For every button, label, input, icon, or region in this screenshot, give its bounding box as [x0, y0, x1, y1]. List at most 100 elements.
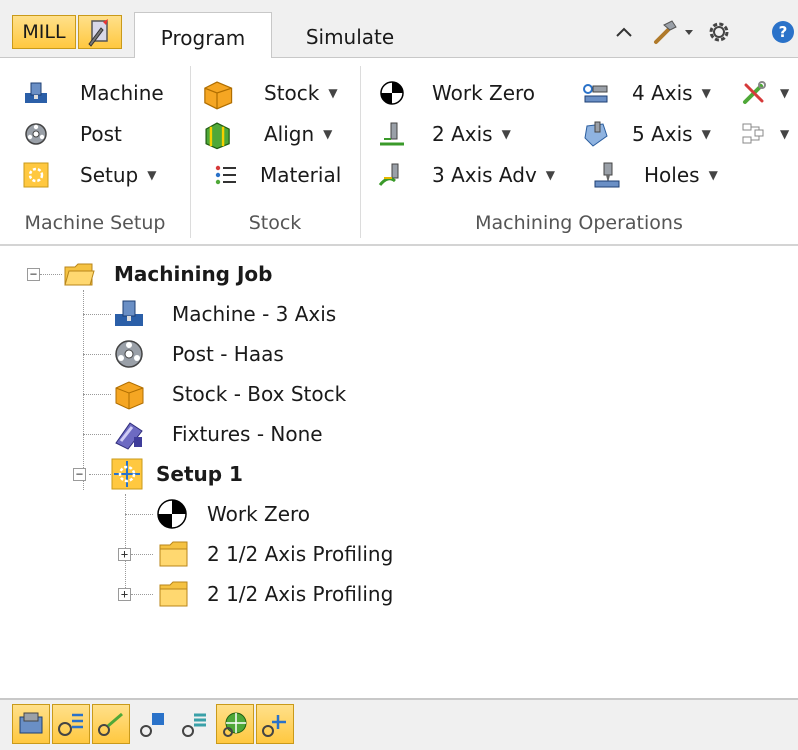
group-label-machine-setup: Machine Setup	[24, 212, 166, 234]
holes-button[interactable]: Holes ▼	[590, 157, 718, 193]
machine-icon	[25, 82, 47, 103]
tree-node-label: Post - Haas	[172, 342, 284, 366]
tree-node-fixtures[interactable]: Fixtures - None	[112, 416, 323, 452]
tree-line	[125, 494, 126, 594]
machine-button[interactable]: Machine	[22, 75, 164, 111]
five-axis-button[interactable]: 5 Axis ▼	[578, 116, 711, 152]
tree-line	[83, 434, 111, 435]
folder-icon	[159, 541, 188, 567]
tree-line	[83, 394, 111, 395]
collapse-ribbon-icon[interactable]	[612, 19, 636, 45]
align-dropdown-icon[interactable]: ▼	[323, 127, 332, 141]
tree-node-label: Stock - Box Stock	[172, 382, 347, 406]
two-axis-dropdown-icon[interactable]: ▼	[502, 127, 511, 141]
five-axis-dropdown-icon[interactable]: ▼	[702, 127, 711, 141]
patterns-button[interactable]: ▼	[740, 116, 789, 152]
setup-view-button[interactable]	[256, 704, 294, 744]
four-axis-dropdown-icon[interactable]: ▼	[702, 86, 711, 100]
setup-dropdown-icon[interactable]: ▼	[147, 168, 156, 182]
post-button[interactable]: Post	[22, 116, 122, 152]
stock-dropdown-icon[interactable]: ▼	[328, 86, 337, 100]
setup-button[interactable]: Setup ▼	[22, 157, 156, 193]
tree-node-operation[interactable]: 2 1/2 Axis Profiling	[157, 536, 393, 572]
tool-library-icon	[140, 713, 164, 737]
tree-line	[131, 554, 153, 555]
gear-icon[interactable]	[706, 19, 732, 45]
align-icon	[205, 122, 230, 150]
holes-dropdown-icon[interactable]: ▼	[709, 168, 718, 182]
tree-node-post[interactable]: Post - Haas	[112, 336, 284, 372]
toolpath-icon	[98, 712, 123, 736]
tree-node-setup[interactable]: Setup 1	[110, 456, 243, 492]
collapse-root-toggle[interactable]: −	[27, 268, 40, 281]
four-axis-icon	[583, 84, 608, 103]
folder-open-icon	[64, 263, 95, 286]
job-tree-view-button[interactable]	[12, 704, 50, 744]
tree-line	[83, 314, 111, 315]
tree-node-label: Work Zero	[207, 502, 311, 526]
ribbon: Machine Post Setup ▼ Machine Setup Stock…	[0, 58, 798, 246]
two-axis-icon	[380, 122, 404, 146]
tree-node-label: 2 1/2 Axis Profiling	[207, 542, 394, 566]
job-wizard-button[interactable]	[78, 15, 122, 49]
tools-icon	[743, 81, 766, 104]
operations-list-icon	[58, 713, 83, 736]
three-axis-adv-button[interactable]: 3 Axis Adv ▼	[378, 157, 555, 193]
post-reel-icon	[25, 123, 47, 145]
svg-text:?: ?	[779, 23, 788, 41]
setup-icon	[23, 162, 49, 188]
tools-button[interactable]: ▼	[740, 75, 789, 111]
tree-node-machine[interactable]: Machine - 3 Axis	[112, 296, 336, 332]
tools-dropdown-icon[interactable]: ▼	[780, 86, 789, 100]
align-button[interactable]: Align ▼	[200, 116, 332, 152]
tree-line	[83, 290, 84, 490]
tree-node-machining-job[interactable]: Machining Job	[62, 256, 272, 292]
three-axis-adv-dropdown-icon[interactable]: ▼	[546, 168, 555, 182]
tab-strip: MILL Program Simulate ?	[0, 0, 798, 58]
tool-library-button[interactable]	[134, 704, 172, 744]
machine-icon	[115, 300, 143, 326]
tree-node-label: 2 1/2 Axis Profiling	[207, 582, 394, 606]
tree-line	[83, 354, 111, 355]
holes-drill-icon	[594, 162, 620, 188]
tab-program[interactable]: Program	[134, 12, 272, 58]
tab-simulate[interactable]: Simulate	[290, 12, 410, 58]
patterns-dropdown-icon[interactable]: ▼	[780, 127, 789, 141]
tree-node-label: Setup 1	[156, 462, 243, 486]
two-axis-label: 2 Axis	[432, 122, 493, 146]
align-label: Align	[264, 122, 315, 146]
tree-node-operation[interactable]: 2 1/2 Axis Profiling	[157, 576, 393, 612]
four-axis-button[interactable]: 4 Axis ▼	[578, 75, 711, 111]
wizard-icon	[88, 19, 108, 47]
operations-list-button[interactable]	[52, 704, 90, 744]
hammer-dropdown-icon[interactable]	[682, 19, 696, 45]
two-axis-button[interactable]: 2 Axis ▼	[378, 116, 511, 152]
work-zero-icon	[380, 81, 404, 105]
expand-op2-toggle[interactable]: +	[118, 588, 131, 601]
help-icon[interactable]: ?	[768, 19, 798, 45]
post-reel-icon	[115, 340, 143, 368]
setup-axes-icon	[262, 715, 286, 737]
setup-label: Setup	[80, 163, 139, 187]
stock-button[interactable]: Stock ▼	[200, 75, 338, 111]
work-zero-button[interactable]: Work Zero	[378, 75, 535, 111]
group-label-machining-operations: Machining Operations	[475, 212, 683, 234]
three-axis-adv-label: 3 Axis Adv	[432, 163, 537, 187]
collapse-setup-toggle[interactable]: −	[73, 468, 86, 481]
group-label-stock: Stock	[248, 212, 302, 234]
globe-view-button[interactable]	[216, 704, 254, 744]
expand-op1-toggle[interactable]: +	[118, 548, 131, 561]
mill-mode-button[interactable]: MILL	[12, 15, 76, 49]
material-label: Material	[260, 163, 342, 187]
stock-view-button[interactable]	[176, 704, 214, 744]
tree-node-stock[interactable]: Stock - Box Stock	[112, 376, 346, 412]
folder-icon	[159, 581, 188, 607]
hammer-icon[interactable]	[652, 19, 678, 45]
machine-label: Machine	[80, 81, 164, 105]
tree-node-work-zero[interactable]: Work Zero	[155, 496, 310, 532]
toolpath-view-button[interactable]	[92, 704, 130, 744]
material-button[interactable]: Material	[212, 157, 341, 193]
work-zero-icon	[157, 499, 187, 529]
five-axis-label: 5 Axis	[632, 122, 693, 146]
holes-label: Holes	[644, 163, 700, 187]
